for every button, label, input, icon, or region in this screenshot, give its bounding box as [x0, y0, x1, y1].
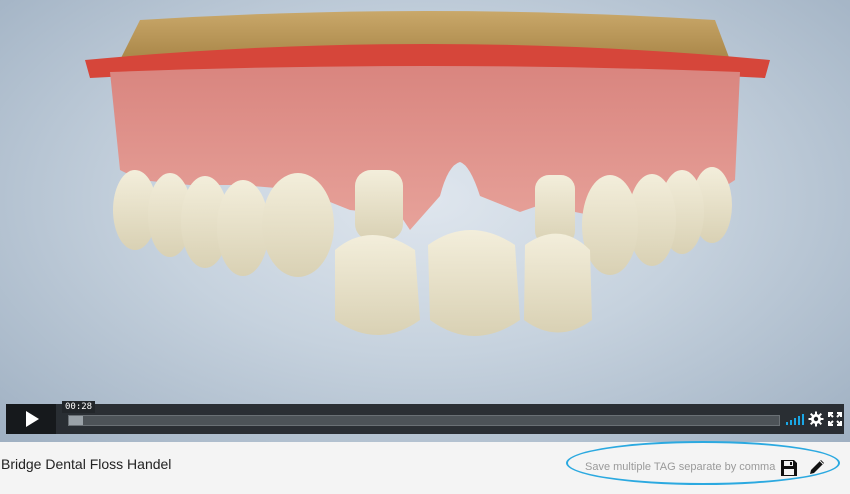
play-button[interactable]	[6, 404, 56, 434]
play-icon	[26, 411, 39, 427]
current-time: 00:28	[62, 401, 96, 413]
fullscreen-icon[interactable]	[828, 412, 842, 426]
video-title: Bridge Dental Floss Handel	[1, 456, 172, 472]
video-player[interactable]: 00:28	[0, 0, 850, 442]
tag-input[interactable]	[581, 455, 783, 479]
progress-bar[interactable]	[68, 415, 780, 426]
progress-fill	[69, 416, 84, 425]
pencil-icon[interactable]	[808, 458, 826, 476]
player-controls: 00:28	[6, 401, 844, 434]
gear-icon[interactable]	[808, 411, 824, 427]
video-frame-dental-bridge-illustration	[85, 11, 770, 336]
volume-icon[interactable]	[786, 413, 804, 425]
floppy-disk-icon[interactable]	[780, 459, 798, 477]
